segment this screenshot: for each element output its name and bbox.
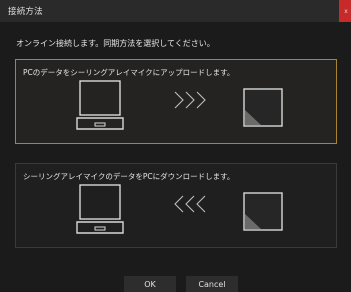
title-bar: 接続方法 x: [0, 0, 351, 22]
download-option-label: シーリングアレイマイクのデータをPCにダウンロードします。: [23, 172, 235, 181]
laptop-icon: [76, 80, 124, 130]
instruction-text: オンライン接続します。同期方法を選択してください。: [16, 39, 215, 48]
upload-option[interactable]: PCのデータをシーリングアレイマイクにアップロードします。: [15, 59, 337, 144]
laptop-icon: [76, 184, 124, 234]
dialog-footer: OK Cancel: [0, 268, 351, 292]
download-option[interactable]: シーリングアレイマイクのデータをPCにダウンロードします。: [15, 163, 337, 248]
ceiling-array-mic-icon: [243, 192, 283, 231]
ok-button[interactable]: OK: [124, 276, 176, 292]
close-button[interactable]: x: [339, 0, 351, 22]
upload-option-label: PCのデータをシーリングアレイマイクにアップロードします。: [23, 68, 235, 77]
ceiling-array-mic-icon: [243, 88, 283, 127]
chevrons-right-icon: [174, 91, 206, 109]
window-title: 接続方法: [8, 7, 43, 17]
close-icon: x: [344, 7, 348, 15]
cancel-button[interactable]: Cancel: [186, 276, 238, 292]
chevrons-left-icon: [174, 195, 206, 213]
